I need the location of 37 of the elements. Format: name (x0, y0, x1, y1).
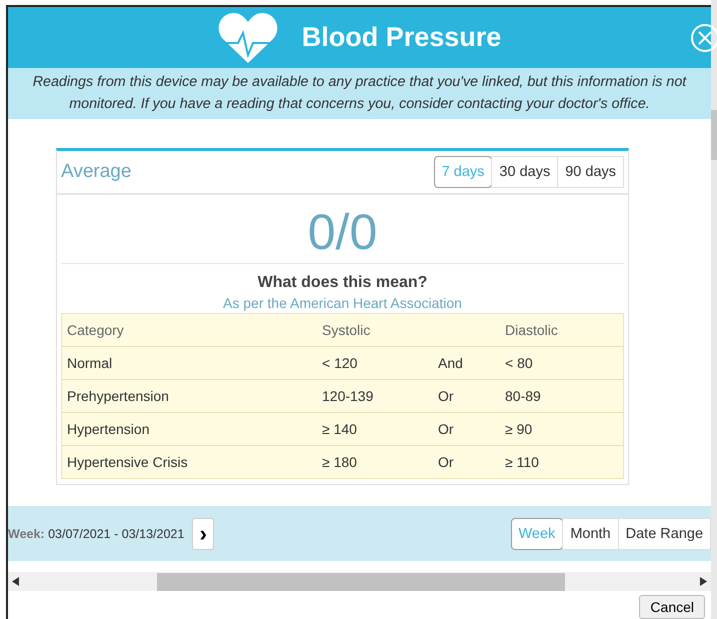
horizontal-scrollbar[interactable] (8, 572, 712, 591)
close-icon (698, 31, 712, 45)
table-cell-text: Normal (66, 354, 114, 373)
view-tab[interactable]: Date Range (618, 518, 712, 550)
column-header: Diastolic (504, 320, 559, 340)
range-tab[interactable]: 90 days (557, 156, 624, 188)
table-cell-text: 80-89 (504, 386, 542, 406)
column-header: Category (66, 320, 125, 340)
scroll-right-icon[interactable] (700, 577, 708, 586)
table-cell-text: 120-139 (321, 386, 374, 406)
cancel-button[interactable]: Cancel (639, 595, 706, 619)
question-heading: What does this mean? (256, 274, 428, 292)
table-cell-text: Or (437, 452, 455, 472)
average-title: Average (61, 160, 132, 183)
next-button[interactable]: › (192, 518, 214, 550)
table-cell-text: ≥ 180 (321, 452, 358, 472)
table-cell-text: ≥ 90 (504, 420, 534, 439)
table-cell-text: Hypertension (66, 420, 150, 439)
table-cell-text: And (437, 354, 464, 373)
table-cell-text: ≥ 140 (321, 420, 358, 439)
scroll-left-icon[interactable] (12, 577, 19, 586)
table-cell-text: < 80 (504, 354, 534, 373)
table-cell-text: Or (437, 386, 455, 406)
source-text: As per the American Heart Association (222, 294, 463, 311)
notice-text: Readings from this device may be available to any practice that you've linked, but this information is not monitored. If you have a reading that concerns you, consider contacting your doctor's office. (8, 68, 712, 119)
average-value: 0/0 (61, 194, 624, 264)
week-range: Week: 03/07/2021 - 03/13/2021 (8, 526, 184, 541)
table-cell-text: Hypertensive Crisis (66, 452, 189, 472)
table-cell-text: Or (437, 420, 455, 439)
range-tab[interactable]: 30 days (491, 156, 558, 188)
column-header: Systolic (321, 320, 372, 340)
table-cell-text: Prehypertension (66, 386, 170, 406)
heart-icon (218, 11, 278, 64)
table-cell-text: < 120 (321, 354, 358, 373)
view-tab[interactable]: Month (562, 518, 619, 550)
table-cell-text: ≥ 110 (504, 452, 540, 472)
dialog-title: Blood Pressure (302, 22, 502, 53)
